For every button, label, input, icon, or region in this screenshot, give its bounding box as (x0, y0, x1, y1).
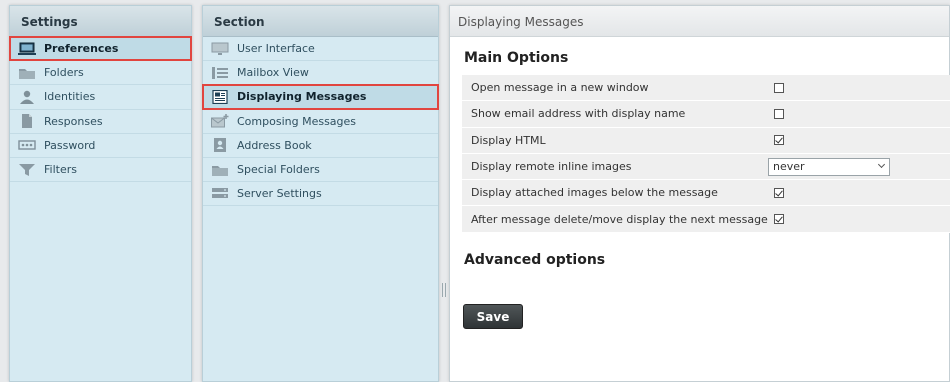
save-button[interactable]: Save (463, 304, 523, 329)
panel-splitter-handle[interactable] (442, 283, 446, 297)
filter-icon (18, 163, 36, 177)
section-header: Section (203, 6, 438, 37)
section-item-address-book[interactable]: Address Book (203, 134, 438, 158)
section-item-server-settings[interactable]: Server Settings (203, 182, 438, 207)
person-icon (18, 90, 36, 104)
option-row: Show email address with display name (462, 101, 950, 128)
folder-icon (18, 66, 36, 80)
settings-item-label: Filters (44, 163, 77, 177)
server-icon (211, 187, 229, 201)
option-label: Show email address with display name (471, 107, 686, 121)
compose-mail-icon (211, 114, 229, 128)
option-row: After message delete/move display the ne… (462, 206, 950, 233)
section-item-label: Mailbox View (237, 66, 309, 80)
section-item-label: Special Folders (237, 163, 320, 177)
option-checkbox[interactable] (774, 135, 784, 146)
option-row: Open message in a new window (462, 75, 950, 102)
option-label: After message delete/move display the ne… (471, 212, 768, 226)
settings-item-folders[interactable]: Folders (10, 61, 191, 86)
section-list: User Interface Mailbox View Displaying Mes… (202, 37, 439, 207)
message-display-icon (211, 89, 229, 104)
option-checkbox[interactable] (774, 82, 784, 93)
section-item-label: Displaying Messages (237, 90, 367, 104)
options-table: Open message in a new window Show email a… (462, 75, 950, 233)
section-item-mailbox-view[interactable]: Mailbox View (203, 61, 438, 86)
settings-item-filters[interactable]: Filters (10, 158, 191, 183)
chevron-down-icon (877, 160, 886, 168)
preferences-icon (18, 42, 36, 56)
settings-header: Settings (10, 6, 191, 37)
option-row: Display attached images below the messag… (462, 180, 950, 207)
folder-icon (211, 163, 229, 177)
section-item-label: Composing Messages (237, 114, 357, 128)
remote-images-select[interactable]: never (768, 157, 890, 176)
section-item-label: User Interface (237, 42, 315, 56)
select-value: never (773, 160, 805, 174)
option-label: Display attached images below the messag… (471, 186, 718, 200)
section-item-composing-messages[interactable]: Composing Messages (203, 110, 438, 134)
settings-item-label: Password (44, 138, 96, 152)
section-item-user-interface[interactable]: User Interface (203, 37, 438, 62)
settings-item-label: Responses (44, 114, 103, 128)
document-icon (18, 114, 36, 129)
settings-item-label: Preferences (44, 42, 119, 56)
option-row: Display remote inline images never (462, 153, 950, 181)
section-item-special-folders[interactable]: Special Folders (203, 158, 438, 183)
content-panel: Displaying Messages Main Options Open me… (449, 5, 950, 382)
content-header: Displaying Messages (450, 6, 949, 37)
settings-item-label: Identities (44, 90, 96, 104)
option-label: Open message in a new window (471, 81, 649, 95)
section-item-label: Address Book (237, 138, 312, 152)
section-item-displaying-messages[interactable]: Displaying Messages (202, 84, 439, 110)
section-item-label: Server Settings (237, 187, 322, 201)
settings-item-password[interactable]: Password (10, 134, 191, 158)
option-row: Display HTML (462, 127, 950, 154)
section-panel: Section User Interface Mailbox View Displa… (202, 5, 439, 382)
monitor-icon (211, 42, 229, 56)
option-label: Display HTML (471, 133, 546, 147)
option-checkbox[interactable] (774, 187, 784, 198)
advanced-options-title[interactable]: Advanced options (464, 252, 605, 268)
option-checkbox[interactable] (774, 108, 784, 119)
settings-item-label: Folders (44, 66, 84, 80)
main-options-title: Main Options (464, 50, 569, 66)
settings-list: Preferences Folders Identities Responses Pas… (9, 35, 192, 183)
settings-item-preferences[interactable]: Preferences (9, 35, 192, 62)
password-icon (18, 138, 36, 152)
settings-item-responses[interactable]: Responses (10, 110, 191, 134)
option-checkbox[interactable] (774, 214, 784, 225)
option-label: Display remote inline images (471, 160, 632, 174)
settings-item-identities[interactable]: Identities (10, 85, 191, 110)
address-book-icon (211, 138, 229, 153)
list-view-icon (211, 66, 229, 80)
settings-panel: Settings Preferences Folders Identities Res… (9, 5, 192, 382)
